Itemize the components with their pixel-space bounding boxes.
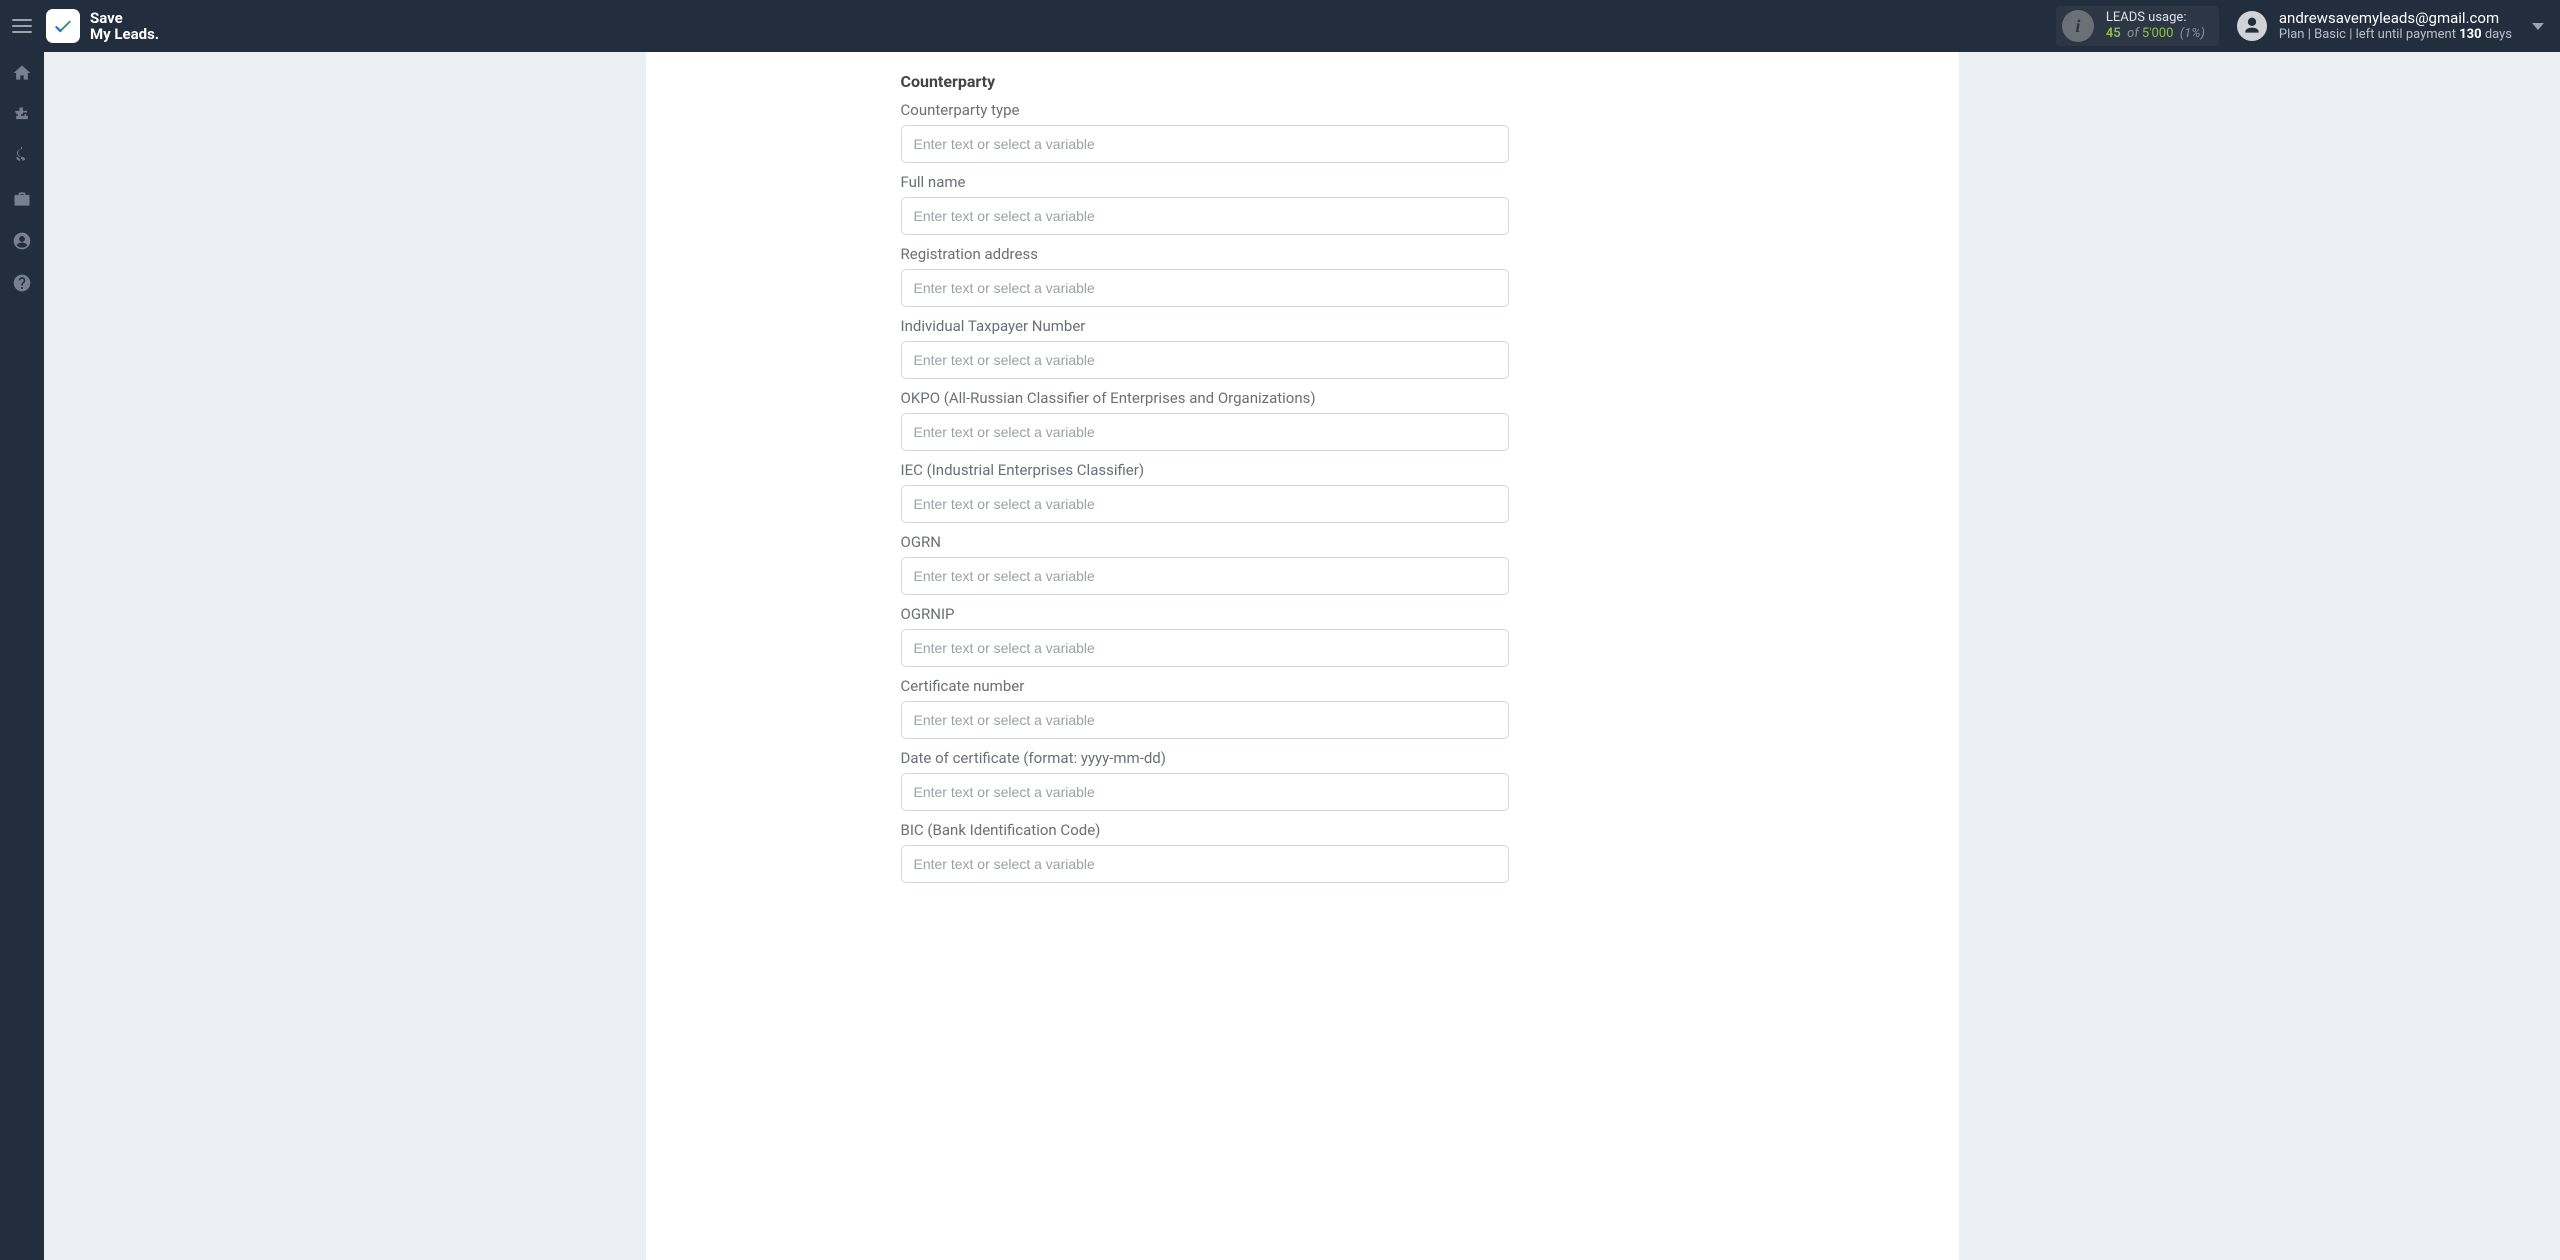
plan-mid: | left until payment — [2349, 27, 2456, 42]
plan-days: 130 — [2459, 27, 2481, 42]
brand-logo-icon — [46, 9, 80, 43]
field-label: IEC (Industrial Enterprises Classifier) — [901, 461, 1509, 479]
form-field: Individual Taxpayer Number — [901, 317, 1509, 379]
field-label: BIC (Bank Identification Code) — [901, 821, 1509, 839]
sidebar-item-billing[interactable] — [0, 136, 44, 178]
briefcase-icon — [12, 189, 32, 209]
usage-used: 45 — [2106, 26, 2121, 41]
form-field: Counterparty type — [901, 101, 1509, 163]
brand-line2: My Leads. — [90, 25, 159, 43]
form-field: Registration address — [901, 245, 1509, 307]
field-input[interactable] — [901, 629, 1509, 667]
field-input[interactable] — [901, 557, 1509, 595]
field-label: OKPO (All-Russian Classifier of Enterpri… — [901, 389, 1509, 407]
account-dropdown-toggle[interactable] — [2532, 0, 2544, 52]
brand[interactable]: Save My Leads. — [44, 9, 159, 43]
info-icon: i — [2062, 10, 2094, 42]
account-menu[interactable]: andrewsavemyleads@gmail.com Plan | Basic… — [2237, 9, 2560, 43]
sidebar-item-help[interactable] — [0, 262, 44, 304]
field-label: Registration address — [901, 245, 1509, 263]
question-circle-icon — [12, 273, 32, 293]
field-label: Individual Taxpayer Number — [901, 317, 1509, 335]
sitemap-icon — [12, 105, 32, 125]
form-panel: Counterparty Counterparty type Full name R… — [646, 52, 1959, 1260]
form: Counterparty Counterparty type Full name R… — [901, 72, 1509, 883]
sidebar-item-home[interactable] — [0, 52, 44, 94]
chevron-down-icon — [2532, 23, 2544, 30]
field-input[interactable] — [901, 197, 1509, 235]
field-input[interactable] — [901, 701, 1509, 739]
field-label: OGRN — [901, 533, 1509, 551]
form-field: BIC (Bank Identification Code) — [901, 821, 1509, 883]
field-input[interactable] — [901, 773, 1509, 811]
form-field: OKPO (All-Russian Classifier of Enterpri… — [901, 389, 1509, 451]
usage-label: LEADS usage: — [2106, 10, 2205, 26]
field-input[interactable] — [901, 125, 1509, 163]
field-label: Counterparty type — [901, 101, 1509, 119]
form-field: Date of certificate (format: yyyy-mm-dd) — [901, 749, 1509, 811]
field-label: Certificate number — [901, 677, 1509, 695]
section-title: Counterparty — [901, 72, 1509, 91]
field-label: OGRNIP — [901, 605, 1509, 623]
brand-line1: Save — [90, 10, 159, 27]
field-input[interactable] — [901, 413, 1509, 451]
plan-prefix: Plan | — [2279, 27, 2311, 42]
menu-toggle-button[interactable] — [0, 0, 44, 52]
field-label: Full name — [901, 173, 1509, 191]
form-field: IEC (Industrial Enterprises Classifier) — [901, 461, 1509, 523]
usage-total: 5'000 — [2142, 26, 2174, 41]
form-field: OGRNIP — [901, 605, 1509, 667]
plan-days-word: days — [2485, 27, 2512, 42]
plan-name: Basic — [2314, 27, 2346, 42]
avatar-icon — [2237, 11, 2267, 41]
field-input[interactable] — [901, 845, 1509, 883]
account-email: andrewsavemyleads@gmail.com — [2279, 9, 2512, 27]
dollar-icon — [15, 147, 29, 167]
field-input[interactable] — [901, 485, 1509, 523]
usage-percent: (1%) — [2180, 26, 2205, 41]
sidebar-item-profile[interactable] — [0, 220, 44, 262]
field-label: Date of certificate (format: yyyy-mm-dd) — [901, 749, 1509, 767]
usage-text: LEADS usage: 45 of 5'000 (1%) — [2106, 10, 2205, 43]
field-input[interactable] — [901, 269, 1509, 307]
form-field: OGRN — [901, 533, 1509, 595]
sidebar-item-connections[interactable] — [0, 94, 44, 136]
check-icon — [52, 15, 74, 37]
main-scroll[interactable]: Counterparty Counterparty type Full name R… — [44, 52, 2560, 1260]
usage-of-word: of — [2127, 26, 2139, 41]
brand-text: Save My Leads. — [90, 10, 159, 43]
account-text: andrewsavemyleads@gmail.com Plan | Basic… — [2279, 9, 2512, 43]
hamburger-icon — [12, 19, 32, 33]
sidebar — [0, 52, 44, 1260]
usage-box[interactable]: i LEADS usage: 45 of 5'000 (1%) — [2056, 6, 2219, 47]
field-input[interactable] — [901, 341, 1509, 379]
form-field: Certificate number — [901, 677, 1509, 739]
home-icon — [12, 63, 32, 83]
sidebar-item-work[interactable] — [0, 178, 44, 220]
user-circle-icon — [12, 231, 32, 251]
form-field: Full name — [901, 173, 1509, 235]
topbar: Save My Leads. i LEADS usage: 45 of 5'00… — [0, 0, 2560, 52]
